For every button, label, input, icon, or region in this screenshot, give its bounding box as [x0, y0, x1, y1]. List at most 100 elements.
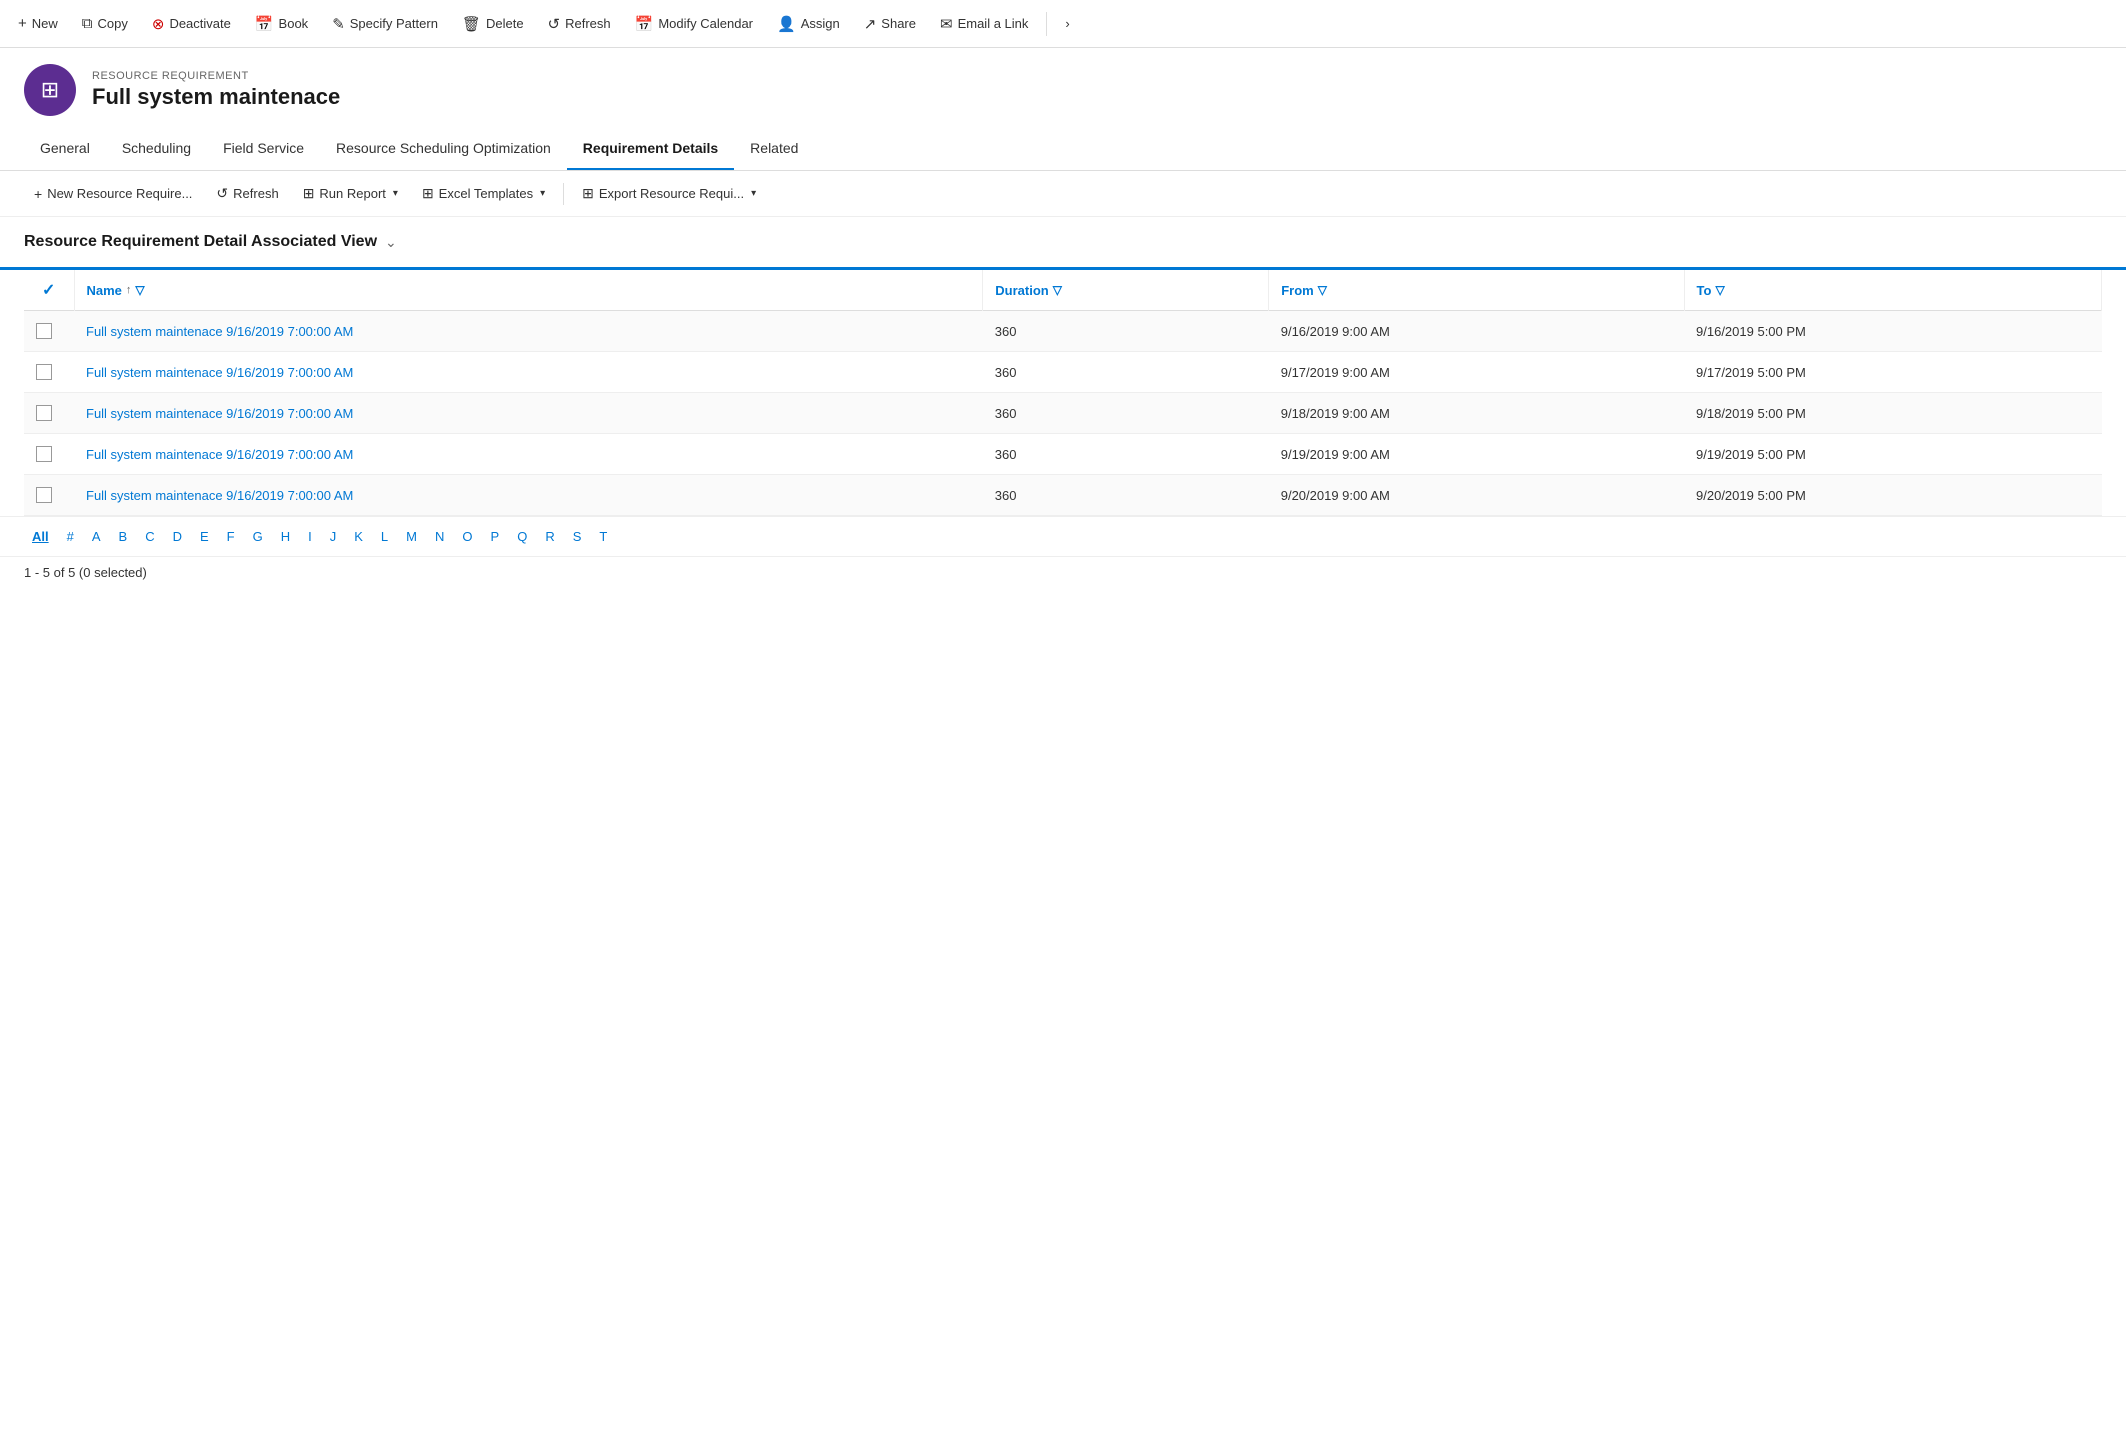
table-row: Full system maintenace 9/16/2019 7:00:00… [24, 352, 2102, 393]
record-header: ⊞ RESOURCE REQUIREMENT Full system maint… [0, 48, 2126, 128]
run-report-chevron: ▾ [393, 188, 398, 199]
pagination-letter-j[interactable]: J [322, 525, 345, 548]
share-label: Share [881, 16, 916, 31]
book-button[interactable]: 📅 Book [245, 9, 318, 39]
table-row: Full system maintenace 9/16/2019 7:00:00… [24, 393, 2102, 434]
new-button[interactable]: + New [8, 9, 68, 38]
share-icon: ↗ [864, 15, 877, 33]
tab-related[interactable]: Related [734, 128, 814, 170]
table-header-row: ✓ Name ↑ ▽ Duration ▽ [24, 270, 2102, 311]
row-to-cell: 9/17/2019 5:00 PM [1684, 352, 2101, 393]
refresh-icon: ↺ [548, 15, 561, 33]
row-duration-cell: 360 [983, 475, 1269, 516]
more-button[interactable]: › [1055, 10, 1079, 37]
pagination-letter-b[interactable]: B [111, 525, 136, 548]
pagination-letter-e[interactable]: E [192, 525, 217, 548]
tab-field-service[interactable]: Field Service [207, 128, 320, 170]
pagination-letter-r[interactable]: R [537, 525, 562, 548]
email-link-label: Email a Link [958, 16, 1029, 31]
toolbar-separator [1046, 12, 1047, 36]
deactivate-button[interactable]: ⊗ Deactivate [142, 9, 241, 39]
deactivate-icon: ⊗ [152, 15, 165, 33]
delete-button[interactable]: 🗑 Delete [452, 9, 534, 39]
pagination-letter-a[interactable]: A [84, 525, 109, 548]
row-name-link[interactable]: Full system maintenace 9/16/2019 7:00:00… [86, 365, 353, 380]
pagination-letter-f[interactable]: F [219, 525, 243, 548]
tab-general[interactable]: General [24, 128, 106, 170]
tab-field-service-label: Field Service [223, 140, 304, 156]
pagination-letter-i[interactable]: I [300, 525, 320, 548]
select-all-header[interactable]: ✓ [24, 270, 74, 311]
table-container: ✓ Name ↑ ▽ Duration ▽ [0, 270, 2126, 516]
assign-label: Assign [801, 16, 840, 31]
tab-scheduling-label: Scheduling [122, 140, 191, 156]
to-header: To ▽ [1684, 270, 2101, 311]
row-checkbox[interactable] [36, 364, 52, 380]
pagination-letter-t[interactable]: T [591, 525, 615, 548]
email-link-button[interactable]: ✉ Email a Link [930, 9, 1038, 39]
excel-templates-chevron: ▾ [540, 188, 545, 199]
row-checkbox-cell [24, 311, 74, 352]
pagination-letter-d[interactable]: D [165, 525, 190, 548]
pagination-letter-k[interactable]: K [346, 525, 371, 548]
refresh-button[interactable]: ↺ Refresh [538, 9, 621, 39]
sub-refresh-button[interactable]: ↺ Refresh [206, 179, 288, 208]
row-from-cell: 9/17/2019 9:00 AM [1269, 352, 1684, 393]
name-sort-icon[interactable]: ↑ [126, 284, 132, 296]
select-all-checkbox[interactable]: ✓ [42, 282, 55, 299]
specify-pattern-button[interactable]: ✎ Specify Pattern [322, 9, 448, 39]
to-filter-icon[interactable]: ▽ [1715, 283, 1724, 297]
pagination-row: All#ABCDEFGHIJKLMNOPQRST [0, 516, 2126, 556]
export-icon: ⊞ [582, 185, 594, 202]
run-report-button[interactable]: ⊞ Run Report ▾ [293, 179, 408, 208]
modify-calendar-button[interactable]: 📅 Modify Calendar [625, 9, 763, 39]
row-checkbox[interactable] [36, 487, 52, 503]
pagination-letter-n[interactable]: N [427, 525, 452, 548]
tab-scheduling[interactable]: Scheduling [106, 128, 207, 170]
sub-refresh-label: Refresh [233, 186, 279, 201]
data-table: ✓ Name ↑ ▽ Duration ▽ [24, 270, 2102, 516]
row-name-cell: Full system maintenace 9/16/2019 7:00:00… [74, 475, 983, 516]
pagination-letter-p[interactable]: P [483, 525, 508, 548]
row-name-link[interactable]: Full system maintenace 9/16/2019 7:00:00… [86, 488, 353, 503]
duration-header-label: Duration [995, 283, 1048, 298]
export-button[interactable]: ⊞ Export Resource Requi... ▾ [572, 179, 766, 208]
row-to-cell: 9/18/2019 5:00 PM [1684, 393, 2101, 434]
row-name-link[interactable]: Full system maintenace 9/16/2019 7:00:00… [86, 406, 353, 421]
pagination-letter-s[interactable]: S [565, 525, 590, 548]
row-checkbox[interactable] [36, 323, 52, 339]
row-name-link[interactable]: Full system maintenace 9/16/2019 7:00:00… [86, 324, 353, 339]
tab-resource-scheduling[interactable]: Resource Scheduling Optimization [320, 128, 567, 170]
assign-icon: 👤 [777, 15, 796, 33]
pagination-letter-h[interactable]: H [273, 525, 298, 548]
pagination-letter-all[interactable]: All [24, 525, 57, 548]
row-checkbox[interactable] [36, 446, 52, 462]
view-title: Resource Requirement Detail Associated V… [24, 233, 377, 251]
pagination-letter-#[interactable]: # [59, 525, 82, 548]
from-filter-icon[interactable]: ▽ [1318, 283, 1327, 297]
name-filter-icon[interactable]: ▽ [135, 283, 144, 297]
new-resource-icon: + [34, 186, 42, 202]
pagination-letter-l[interactable]: L [373, 525, 396, 548]
copy-label: Copy [98, 16, 128, 31]
tab-requirement-details[interactable]: Requirement Details [567, 128, 734, 170]
duration-filter-icon[interactable]: ▽ [1053, 283, 1062, 297]
pagination-letter-o[interactable]: O [454, 525, 480, 548]
row-name-cell: Full system maintenace 9/16/2019 7:00:00… [74, 352, 983, 393]
pagination-letter-c[interactable]: C [137, 525, 162, 548]
pagination-letter-m[interactable]: M [398, 525, 425, 548]
assign-button[interactable]: 👤 Assign [767, 9, 850, 39]
row-checkbox-cell [24, 393, 74, 434]
copy-button[interactable]: ⧉ Copy [72, 9, 138, 38]
excel-templates-button[interactable]: ⊞ Excel Templates ▾ [412, 179, 555, 208]
from-header: From ▽ [1269, 270, 1684, 311]
pagination-letter-g[interactable]: G [245, 525, 271, 548]
row-name-link[interactable]: Full system maintenace 9/16/2019 7:00:00… [86, 447, 353, 462]
pagination-letter-q[interactable]: Q [509, 525, 535, 548]
row-checkbox[interactable] [36, 405, 52, 421]
row-duration-cell: 360 [983, 393, 1269, 434]
tab-general-label: General [40, 140, 90, 156]
new-resource-button[interactable]: + New Resource Require... [24, 180, 202, 208]
share-button[interactable]: ↗ Share [854, 9, 926, 39]
view-chevron-icon[interactable]: ⌄ [385, 234, 397, 251]
